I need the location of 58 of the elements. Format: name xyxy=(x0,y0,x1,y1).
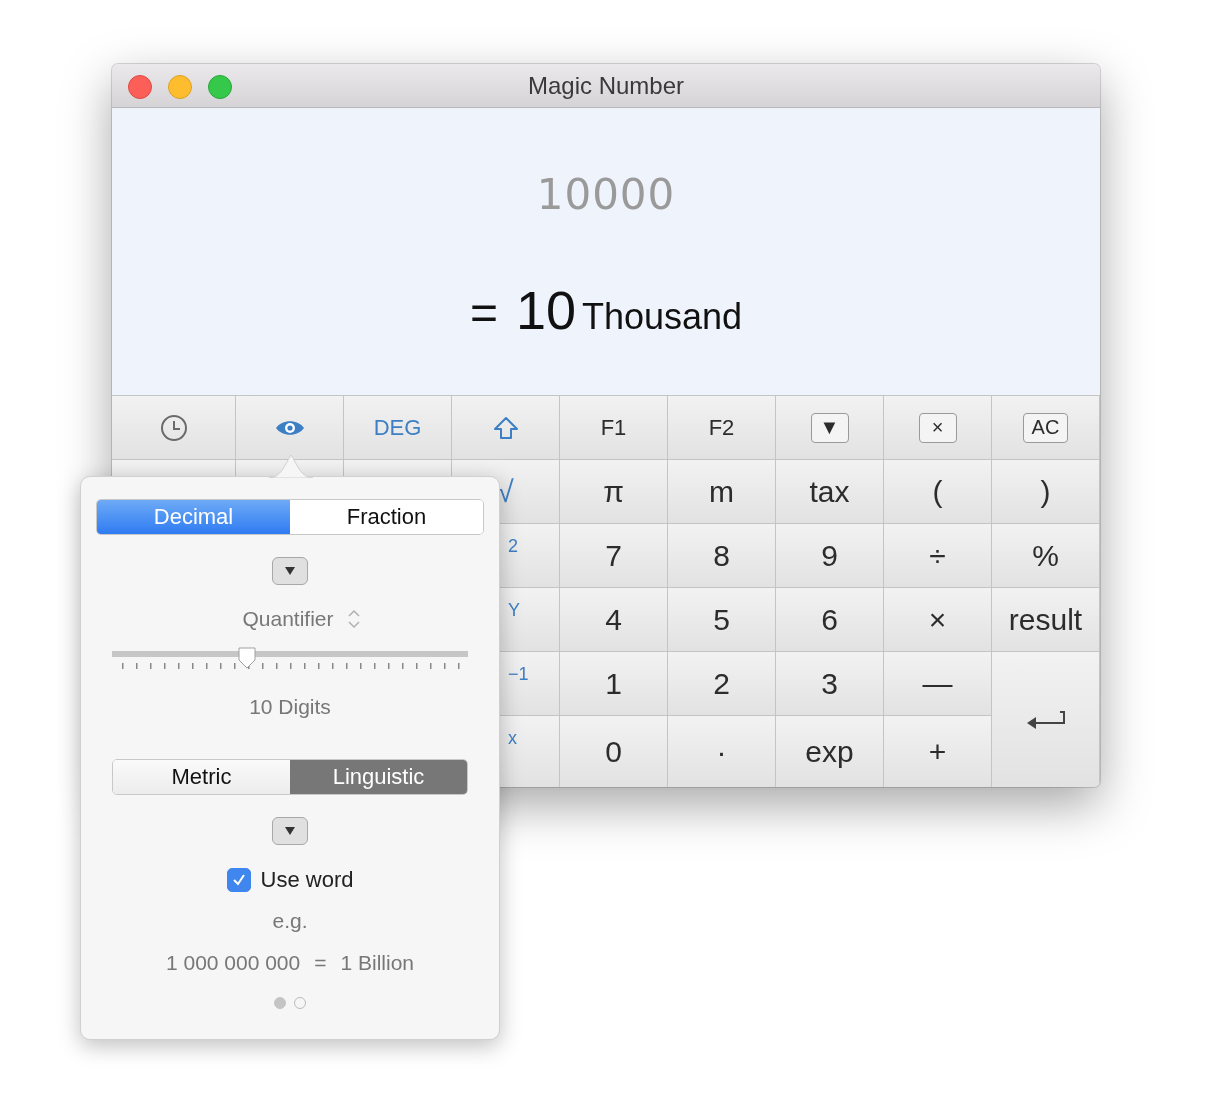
page-dot[interactable] xyxy=(274,997,286,1009)
example-label: e.g. xyxy=(272,909,308,933)
equals-sign: = xyxy=(469,285,498,340)
key-button[interactable]: 1 xyxy=(560,651,668,715)
key-button[interactable] xyxy=(452,395,560,459)
example-number: 1 000 000 000 xyxy=(165,951,301,975)
key-button[interactable]: 8 xyxy=(668,523,776,587)
caret-icon xyxy=(285,567,295,575)
key-button[interactable]: ) xyxy=(992,459,1100,523)
window-title: Magic Number xyxy=(527,71,684,100)
key-button[interactable]: × xyxy=(884,587,992,651)
key-button[interactable]: % xyxy=(992,523,1100,587)
key-button[interactable]: 6 xyxy=(776,587,884,651)
close-button[interactable] xyxy=(128,75,152,99)
dropdown-button[interactable] xyxy=(272,817,308,845)
key-button[interactable]: — xyxy=(884,651,992,715)
slider-thumb[interactable] xyxy=(237,647,258,669)
key-button[interactable]: ▼ xyxy=(810,412,849,443)
quantifier-label: Quantifier xyxy=(242,607,334,631)
key-button[interactable]: × xyxy=(918,412,957,443)
caret-icon xyxy=(285,827,295,835)
key-button[interactable]: 4 xyxy=(560,587,668,651)
key-button[interactable] xyxy=(236,395,344,459)
checkbox[interactable] xyxy=(226,868,251,892)
stepper-icon[interactable] xyxy=(347,609,360,629)
result-value: 10 xyxy=(515,279,576,341)
checkbox-label: Use word xyxy=(260,867,354,893)
key-button[interactable]: 5 xyxy=(668,587,776,651)
zoom-button[interactable] xyxy=(208,75,232,99)
key-button[interactable]: ( xyxy=(884,459,992,523)
key-button[interactable]: AC xyxy=(1022,412,1069,443)
input-expression: 10000 xyxy=(536,170,676,219)
result-unit: Thousand xyxy=(582,296,743,338)
dropdown-button[interactable] xyxy=(272,557,308,585)
key-button[interactable]: ÷ xyxy=(884,523,992,587)
key-button[interactable]: 0 xyxy=(560,715,668,787)
segment-tab[interactable]: Linguistic xyxy=(290,760,467,794)
key-button[interactable] xyxy=(992,651,1100,787)
segment-tab[interactable]: Metric xyxy=(113,760,290,794)
minimize-button[interactable] xyxy=(168,75,192,99)
key-button[interactable]: tax xyxy=(776,459,884,523)
key-button[interactable]: 2 xyxy=(668,651,776,715)
example-word: 1 Billion xyxy=(340,951,415,975)
key-button[interactable]: m xyxy=(668,459,776,523)
key-button[interactable]: F2 xyxy=(668,395,776,459)
key-button[interactable]: π xyxy=(560,459,668,523)
equals-sign: = xyxy=(314,951,327,975)
checkmark-icon xyxy=(231,874,246,886)
key-button[interactable]: F1 xyxy=(560,395,668,459)
key-button[interactable]: 3 xyxy=(776,651,884,715)
key-button[interactable]: 9 xyxy=(776,523,884,587)
key-button[interactable]: + xyxy=(884,715,992,787)
key-button[interactable]: 7 xyxy=(560,523,668,587)
key-button[interactable]: exp xyxy=(776,715,884,787)
digits-label: 10 Digits xyxy=(249,695,331,719)
key-button[interactable]: result xyxy=(992,587,1100,651)
key-button[interactable] xyxy=(112,395,236,459)
key-button[interactable]: · xyxy=(668,715,776,787)
